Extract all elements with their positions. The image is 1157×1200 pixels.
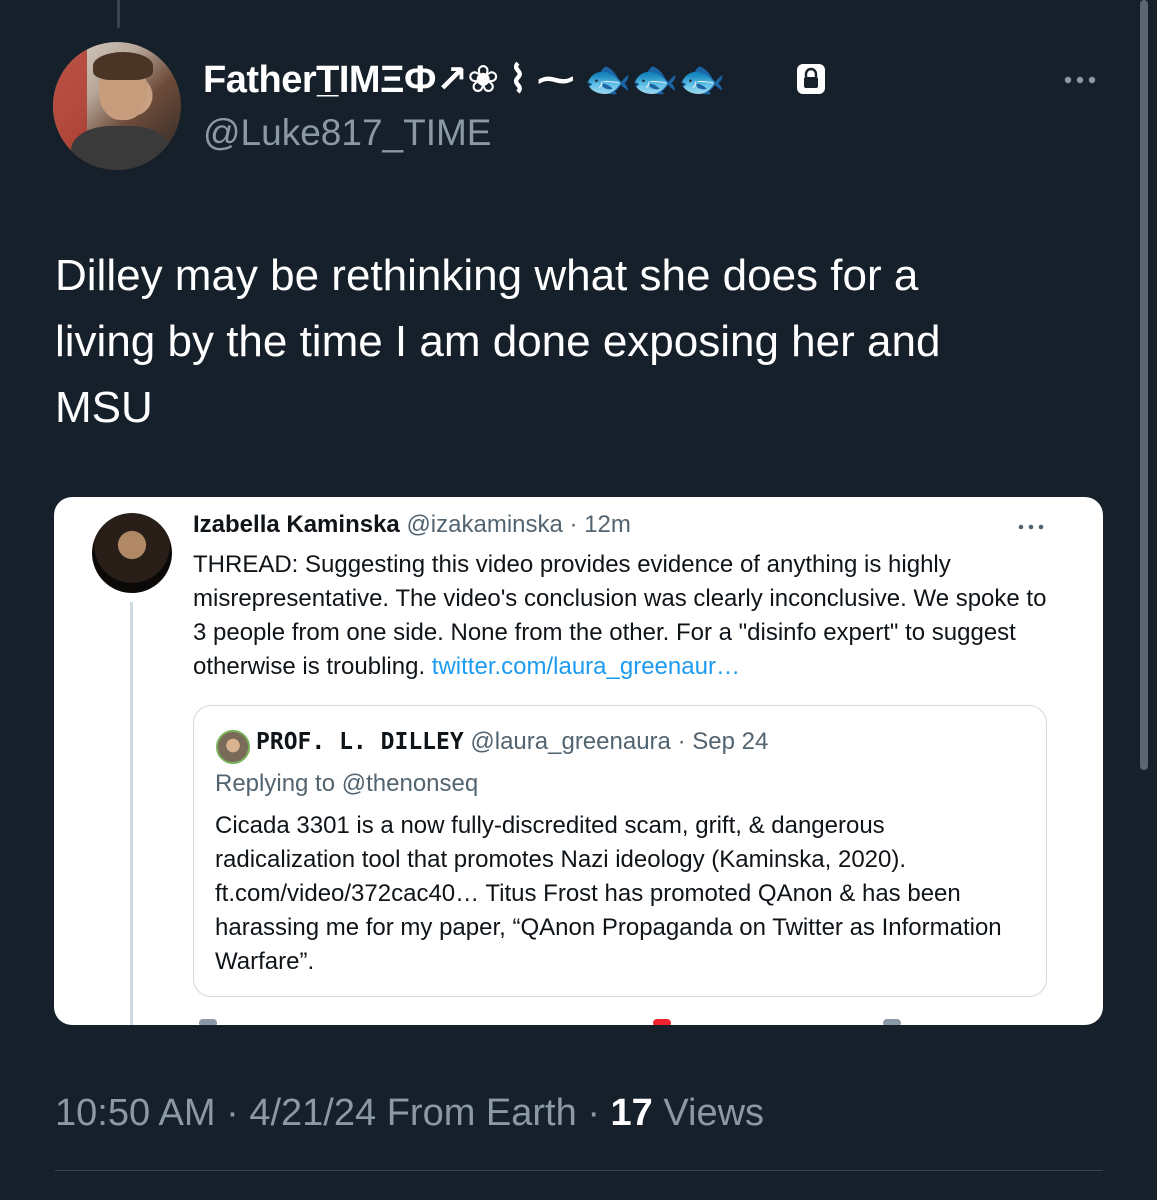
views-label[interactable]: Views — [663, 1092, 764, 1134]
quoted-tweet-time: · Sep 24 — [677, 728, 769, 755]
thread-connector-line — [117, 0, 120, 28]
embedded-tweet-link: twitter.com/laura_greenaur… — [431, 653, 740, 680]
meta-separator: · — [587, 1092, 600, 1134]
scrollbar[interactable] — [1140, 0, 1148, 770]
tweet-text: Dilley may be rethinking what she does f… — [55, 251, 941, 432]
embedded-action-bar — [193, 1017, 1093, 1025]
tweet-time: 10:50 AM — [55, 1092, 216, 1134]
author-display-name[interactable]: FatherT̲IMΞФ↗❀ ⌇ ⁓ 🐟🐟🐟 — [203, 57, 725, 102]
embedded-author-name: Izabella Kaminska — [193, 511, 400, 538]
avatar-hair — [93, 52, 153, 80]
embedded-tweet-time: · 12m — [569, 511, 631, 538]
quoted-tweet: PROF. L. DILLEY @laura_greenaura · Sep 2… — [193, 705, 1047, 997]
tweet-source: From Earth — [386, 1092, 577, 1134]
embedded-author-handle: @izakaminska — [406, 511, 563, 538]
embedded-tweet-image[interactable]: Izabella Kaminska @izakaminska · 12m THR… — [54, 497, 1103, 1025]
embedded-more-icon — [1018, 524, 1044, 530]
quoted-tweet-text: Cicada 3301 is a now fully-discredited s… — [215, 812, 1002, 975]
quoted-tweet-header: PROF. L. DILLEY @laura_greenaura · Sep 2… — [256, 728, 768, 756]
meta-separator: · — [226, 1092, 239, 1134]
embedded-tweet-text: THREAD: Suggesting this video provides e… — [193, 548, 1053, 684]
embedded-thread-line — [130, 602, 133, 1025]
author-handle[interactable]: @Luke817_TIME — [203, 112, 491, 154]
tweet-metadata: 10:50 AM · 4/21/24 From Earth · 17 Views — [55, 1092, 764, 1135]
like-icon — [653, 1019, 671, 1025]
quoted-author-name: PROF. L. DILLEY — [256, 729, 464, 755]
avatar-shirt — [71, 126, 171, 170]
more-horizontal-icon[interactable] — [1060, 60, 1100, 100]
author-avatar[interactable] — [53, 42, 181, 170]
views-count[interactable]: 17 — [611, 1092, 653, 1134]
lock-icon — [797, 64, 825, 94]
embedded-author-avatar — [92, 513, 172, 593]
embedded-tweet-header: Izabella Kaminska @izakaminska · 12m — [193, 511, 631, 539]
quoted-author-handle: @laura_greenaura — [470, 728, 671, 755]
divider — [55, 1170, 1103, 1171]
reply-icon — [199, 1019, 217, 1025]
share-icon — [883, 1019, 901, 1025]
tweet-date: 4/21/24 — [249, 1092, 377, 1134]
quoted-replying-to: Replying to @thenonseq — [215, 770, 479, 797]
quoted-author-avatar — [216, 730, 250, 764]
